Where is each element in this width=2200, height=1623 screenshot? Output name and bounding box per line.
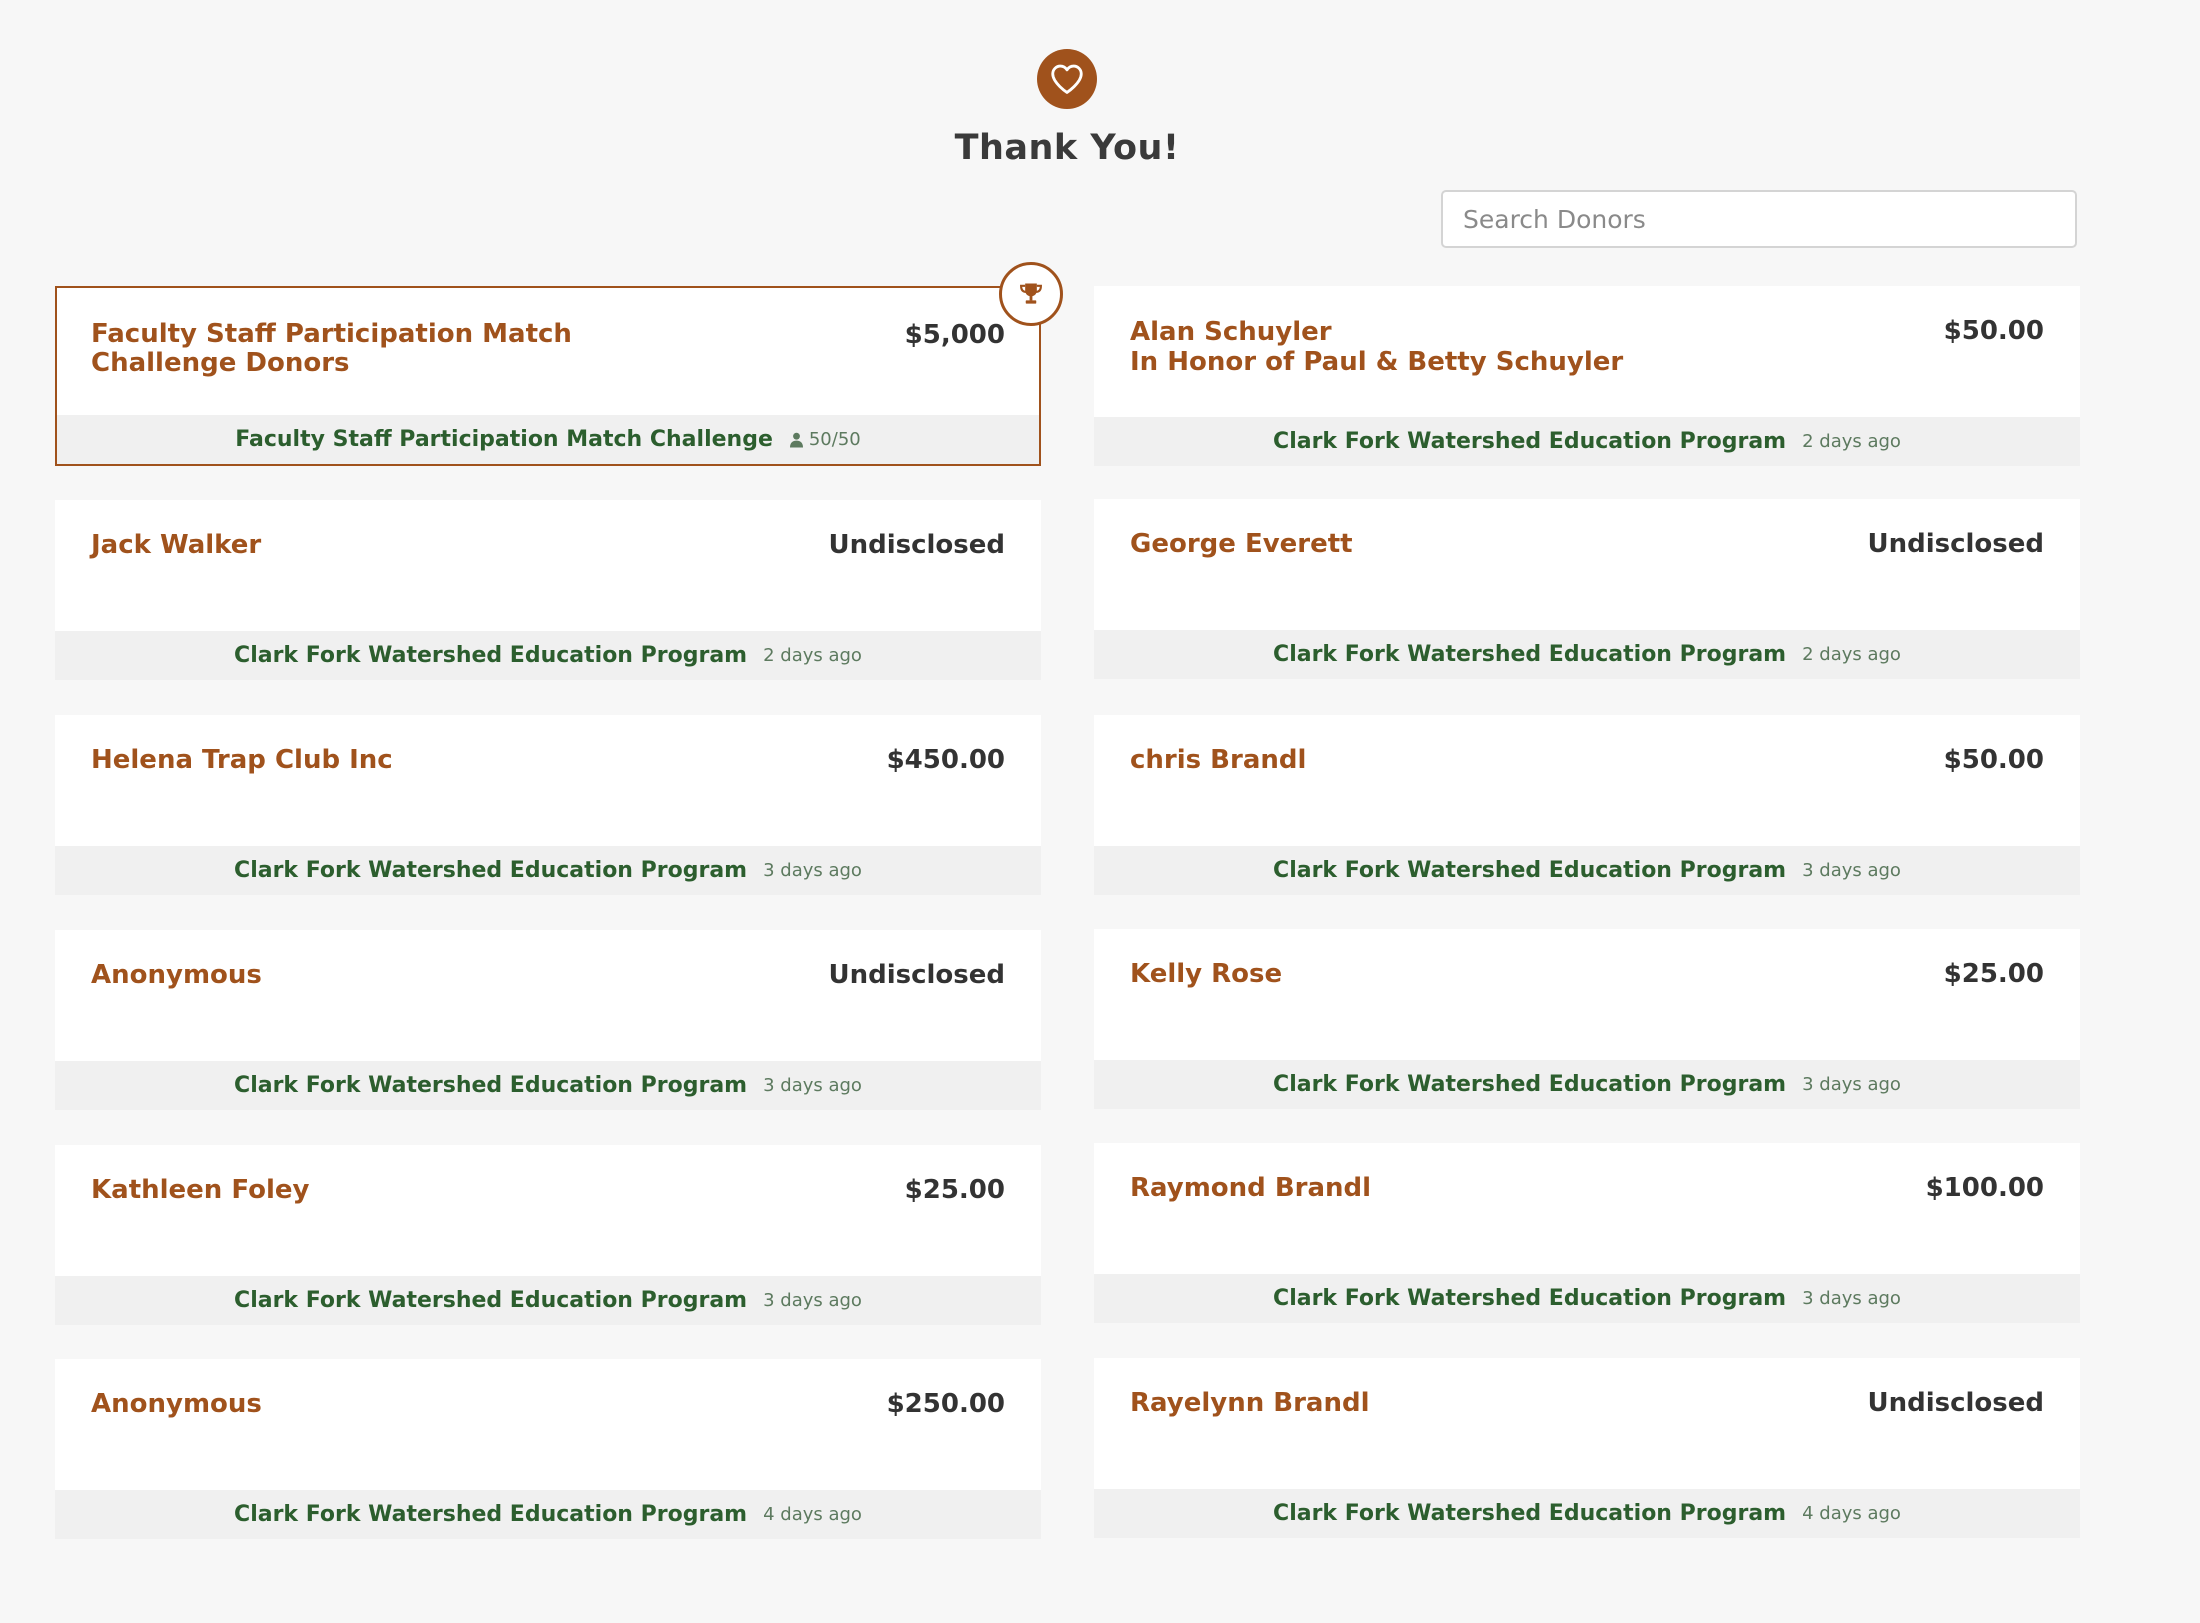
- page-title: Thank You!: [954, 128, 1180, 168]
- program-name: Clark Fork Watershed Education Program: [234, 643, 748, 668]
- card-header: George Everett Undisclosed: [1094, 499, 2080, 630]
- donor-name: Raymond Brandl: [1130, 1173, 1372, 1203]
- donation-card[interactable]: Anonymous Undisclosed Clark Fork Watershed…: [55, 930, 1041, 1110]
- donation-time: 3 days ago: [763, 860, 862, 881]
- program-name: Clark Fork Watershed Education Program: [234, 1073, 748, 1098]
- donation-time: 3 days ago: [763, 1075, 862, 1096]
- featured-donation-card[interactable]: Faculty Staff Participation Match Challe…: [55, 262, 1063, 466]
- donation-amount: $25.00: [1943, 959, 2044, 989]
- donation-amount: Undisclosed: [1867, 529, 2044, 559]
- program-name: Clark Fork Watershed Education Program: [1273, 858, 1787, 883]
- program-name: Clark Fork Watershed Education Program: [1273, 642, 1787, 667]
- card-footer: Clark Fork Watershed Education Program 4 …: [55, 1490, 1041, 1539]
- search-donors-input[interactable]: [1441, 190, 2077, 248]
- donation-time: 4 days ago: [763, 1504, 862, 1525]
- card-footer: Clark Fork Watershed Education Program 2 …: [1094, 630, 2080, 679]
- card-footer: Clark Fork Watershed Education Program 3 …: [55, 846, 1041, 895]
- card-header: Kathleen Foley $25.00: [55, 1145, 1041, 1276]
- donor-name: Anonymous: [91, 960, 262, 990]
- card-footer: Faculty Staff Participation Match Challe…: [57, 415, 1039, 464]
- donation-time: 2 days ago: [1802, 644, 1901, 665]
- card-header: Kelly Rose $25.00: [1094, 929, 2080, 1060]
- donation-card[interactable]: Jack Walker Undisclosed Clark Fork Watersh…: [55, 500, 1041, 680]
- donation-amount: $25.00: [904, 1175, 1005, 1205]
- tribute-line: In Honor of Paul & Betty Schuyler: [1130, 347, 1624, 377]
- donation-amount: $100.00: [1925, 1173, 2044, 1203]
- program-name: Clark Fork Watershed Education Program: [1273, 429, 1787, 454]
- donation-amount: $50.00: [1943, 745, 2044, 775]
- program-name: Clark Fork Watershed Education Program: [234, 1288, 748, 1313]
- trophy-icon: [1020, 283, 1042, 304]
- donation-card[interactable]: Kelly Rose $25.00 Clark Fork Watershed Edu…: [1094, 929, 2080, 1109]
- program-name: Clark Fork Watershed Education Program: [1273, 1072, 1787, 1097]
- card-header: Anonymous $250.00: [55, 1359, 1041, 1490]
- donor-name: Alan Schuyler: [1130, 317, 1332, 347]
- donation-amount: Undisclosed: [828, 960, 1005, 990]
- card-header: Alan Schuyler In Honor of Paul & Betty Sc…: [1094, 286, 2080, 417]
- program-name: Faculty Staff Participation Match Challe…: [235, 427, 773, 452]
- card-header: Faculty Staff Participation Match Challe…: [57, 288, 1039, 415]
- donor-name: George Everett: [1130, 529, 1353, 559]
- donor-name: Helena Trap Club Inc: [91, 745, 393, 775]
- program-name: Clark Fork Watershed Education Program: [234, 1502, 748, 1527]
- donation-card[interactable]: Rayelynn Brandl Undisclosed Clark Fork Wat…: [1094, 1358, 2080, 1538]
- card-footer: Clark Fork Watershed Education Program 3 …: [1094, 1274, 2080, 1323]
- donation-time: 2 days ago: [763, 645, 862, 666]
- donation-amount: $250.00: [886, 1389, 1005, 1419]
- donor-name: chris Brandl: [1130, 745, 1307, 775]
- trophy-badge: [999, 262, 1063, 326]
- donor-name: Kathleen Foley: [91, 1175, 310, 1205]
- card-header: Helena Trap Club Inc $450.00: [55, 715, 1041, 846]
- program-name: Clark Fork Watershed Education Program: [234, 858, 748, 883]
- donation-time: 3 days ago: [763, 1290, 862, 1311]
- card-footer: Clark Fork Watershed Education Program 2 …: [1094, 417, 2080, 466]
- donation-time: 3 days ago: [1802, 1074, 1901, 1095]
- donation-amount: $450.00: [886, 745, 1005, 775]
- card-header: Anonymous Undisclosed: [55, 930, 1041, 1061]
- donation-amount: Undisclosed: [1867, 1388, 2044, 1418]
- donation-time: 3 days ago: [1802, 1288, 1901, 1309]
- donation-card[interactable]: Kathleen Foley $25.00 Clark Fork Watershed…: [55, 1145, 1041, 1325]
- participant-count-value: 50/50: [808, 429, 861, 450]
- donation-time: 4 days ago: [1802, 1503, 1901, 1524]
- donation-card[interactable]: chris Brandl $50.00 Clark Fork Watershed E…: [1094, 715, 2080, 895]
- donation-card[interactable]: George Everett Undisclosed Clark Fork Wate…: [1094, 499, 2080, 679]
- donor-wall: Thank You! Faculty Staff Participation M…: [0, 0, 2200, 1623]
- card-footer: Clark Fork Watershed Education Program 3 …: [1094, 1060, 2080, 1109]
- donation-time: 2 days ago: [1802, 431, 1901, 452]
- card-header: chris Brandl $50.00: [1094, 715, 2080, 846]
- donor-name: Jack Walker: [91, 530, 262, 560]
- person-icon: [789, 432, 803, 447]
- program-name: Clark Fork Watershed Education Program: [1273, 1501, 1787, 1526]
- card-footer: Clark Fork Watershed Education Program 3 …: [55, 1061, 1041, 1110]
- donation-card[interactable]: Helena Trap Club Inc $450.00 Clark Fork Wa…: [55, 715, 1041, 895]
- donation-card[interactable]: Anonymous $250.00 Clark Fork Watershed Edu…: [55, 1359, 1041, 1539]
- donation-amount: $5,000: [904, 320, 1005, 350]
- card-header: Jack Walker Undisclosed: [55, 500, 1041, 631]
- heart-icon: [1037, 49, 1097, 109]
- program-name: Clark Fork Watershed Education Program: [1273, 1286, 1787, 1311]
- donation-card[interactable]: Alan Schuyler In Honor of Paul & Betty Sc…: [1094, 286, 2080, 466]
- donation-time: 3 days ago: [1802, 860, 1901, 881]
- donation-card[interactable]: Raymond Brandl $100.00 Clark Fork Watershe…: [1094, 1143, 2080, 1323]
- donor-name: Kelly Rose: [1130, 959, 1283, 989]
- card-header: Rayelynn Brandl Undisclosed: [1094, 1358, 2080, 1489]
- card-header: Raymond Brandl $100.00: [1094, 1143, 2080, 1274]
- donation-amount: Undisclosed: [828, 530, 1005, 560]
- participant-count: 50/50: [789, 429, 861, 450]
- donor-name: Rayelynn Brandl: [1130, 1388, 1370, 1418]
- card-footer: Clark Fork Watershed Education Program 4 …: [1094, 1489, 2080, 1538]
- card-footer: Clark Fork Watershed Education Program 2 …: [55, 631, 1041, 680]
- donor-name: Anonymous: [91, 1389, 262, 1419]
- card-footer: Clark Fork Watershed Education Program 3 …: [1094, 846, 2080, 895]
- donation-amount: $50.00: [1943, 316, 2044, 346]
- card-footer: Clark Fork Watershed Education Program 3 …: [55, 1276, 1041, 1325]
- donor-name: Faculty Staff Participation Match Challe…: [91, 319, 572, 378]
